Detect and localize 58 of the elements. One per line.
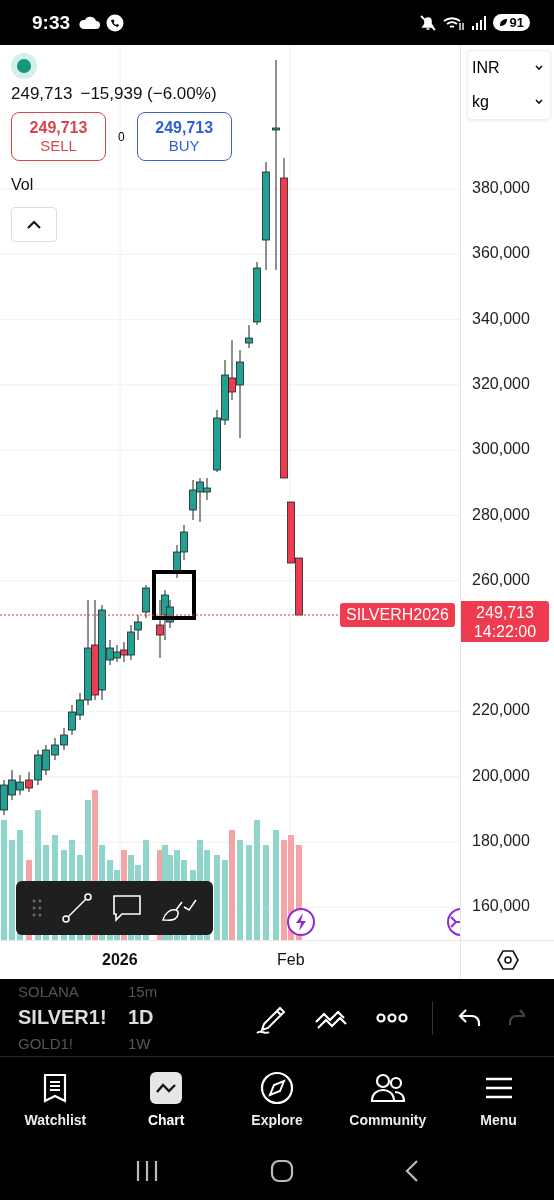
last-price: 249,713 [11,84,73,104]
chevron-down-icon [534,65,544,71]
nav-tab[interactable]: Chart [110,1057,222,1142]
comment-icon[interactable] [111,893,144,923]
signal-icon [470,14,487,31]
symbol-picker-item[interactable]: SILVER1! 1D [18,1003,228,1032]
time-axis-label: Feb [277,951,305,969]
nav-tab[interactable]: Menu [443,1057,554,1142]
home-icon[interactable] [270,1159,294,1183]
nav-tab[interactable]: Watchlist [0,1057,111,1142]
unit-select[interactable]: kg [468,85,550,119]
menu-icon [484,1076,513,1099]
split-icon[interactable] [446,907,460,937]
highlight-box [152,570,196,620]
price-axis-label: 220,000 [472,701,530,720]
price-axis-label: 160,000 [472,897,530,916]
price-axis-label: 340,000 [472,309,530,328]
phone-icon [106,13,125,32]
current-price: 249,713 [476,602,534,622]
price-axis-label: 300,000 [472,440,530,459]
nav-tab[interactable]: Community [332,1057,444,1142]
price-axis-label: 200,000 [472,766,530,785]
buy-button[interactable]: 249,713 BUY [136,112,232,161]
price-axis-label: 320,000 [472,374,530,393]
volume-label: Vol [11,176,34,194]
chevron-up-icon [26,219,42,230]
time-axis-label: 2026 [102,951,138,969]
mute-icon [418,13,437,32]
leaf-icon [498,18,508,27]
symbol-price-tag: SILVERH2026 [340,603,455,627]
collapse-button[interactable] [11,207,57,242]
currency-select[interactable]: INR [468,51,550,85]
price-axis-label: 280,000 [472,505,530,524]
price-axis-label: 360,000 [472,244,530,263]
spread-value: 0 [117,129,126,144]
cloud-icon [78,15,101,30]
battery-level: 91 [509,15,524,30]
back-icon[interactable] [404,1159,419,1183]
price-axis-label: 180,000 [472,832,530,850]
settings-icon[interactable] [495,948,520,972]
more-icon[interactable] [376,1011,408,1024]
drag-handle-icon[interactable] [30,898,43,918]
price-axis-label: 260,000 [472,570,530,589]
price-change: −15,939 (−6.00%) [80,84,217,104]
wifi-icon [442,14,465,31]
bar-countdown: 14:22:00 [473,621,537,641]
clock-time: 9:33 [32,11,71,34]
chevron-down-icon [534,99,544,105]
price-axis-label: 380,000 [472,179,530,197]
nav-tab[interactable]: Explore [221,1057,333,1142]
compass-icon [260,1070,294,1105]
sell-button[interactable]: 249,713 SELL [11,112,106,161]
people-icon [369,1072,406,1103]
undo-icon[interactable] [457,1006,483,1029]
lightning-icon[interactable] [286,907,316,937]
recent-apps-icon[interactable] [135,1160,160,1182]
list-icon [42,1072,69,1103]
trend-line-icon[interactable] [59,891,94,925]
